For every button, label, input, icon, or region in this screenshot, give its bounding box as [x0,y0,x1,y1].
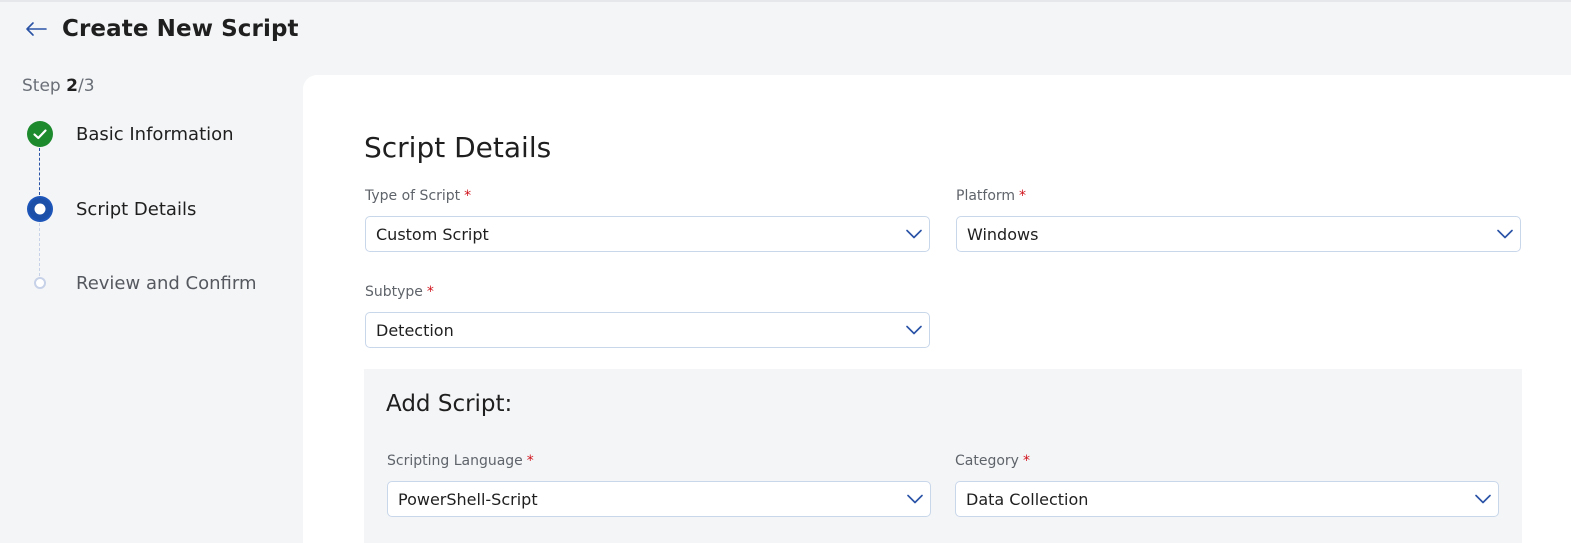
step-label: Basic Information [76,123,234,145]
step-basic-information[interactable]: Basic Information [26,120,234,148]
required-marker: * [426,284,434,300]
select-value: Windows [967,224,1039,244]
required-marker: * [526,453,534,469]
field-label-text: Subtype [365,284,423,300]
field-label-text: Platform [956,188,1016,204]
form-panel: Script Details Type of Script * Custom Sc… [303,75,1571,543]
category-field: Category * Data Collection [955,453,1499,517]
category-select[interactable]: Data Collection [955,481,1499,517]
select-value: Custom Script [376,224,489,244]
add-script-title: Add Script: [386,391,513,417]
section-title: Script Details [364,131,552,164]
required-marker: * [464,188,472,204]
type-of-script-select[interactable]: Custom Script [365,216,930,252]
subtype-select[interactable]: Detection [365,312,930,348]
step-current: 2 [66,76,78,96]
arrow-left-icon [26,22,47,36]
step-label: Script Details [76,198,197,220]
platform-field: Platform * Windows [956,188,1521,252]
page-header: Create New Script [22,14,299,44]
stepper-connector-done [39,148,40,195]
field-label: Subtype * [365,284,930,302]
chevron-down-icon [906,490,924,508]
chevron-down-icon [1496,225,1514,243]
field-label: Platform * [956,188,1521,206]
step-label: Review and Confirm [76,272,257,294]
step-script-details[interactable]: Script Details [26,195,196,223]
back-button[interactable] [22,15,50,43]
top-divider [0,0,1571,2]
field-label: Scripting Language * [387,453,931,471]
stepper: Basic Information Script Details Review … [26,120,296,310]
page-title: Create New Script [62,16,299,42]
chevron-down-icon [905,321,923,339]
step-counter: Step 2/3 [22,76,95,96]
active-step-icon [26,195,54,223]
scripting-language-select[interactable]: PowerShell-Script [387,481,931,517]
step-review-and-confirm[interactable]: Review and Confirm [26,269,256,297]
field-label-text: Scripting Language [387,453,523,469]
check-circle-icon [26,120,54,148]
field-label-text: Category [955,453,1019,469]
field-label: Category * [955,453,1499,471]
subtype-field: Subtype * Detection [365,284,930,348]
scripting-language-field: Scripting Language * PowerShell-Script [387,453,931,517]
select-value: Data Collection [966,489,1089,509]
platform-select[interactable]: Windows [956,216,1521,252]
add-script-section: Add Script: Scripting Language * PowerShe… [364,369,1522,543]
required-marker: * [1019,188,1027,204]
step-total: /3 [77,76,95,96]
select-value: PowerShell-Script [398,489,538,509]
type-of-script-field: Type of Script * Custom Script [365,188,930,252]
pending-step-icon [26,269,54,297]
field-label: Type of Script * [365,188,930,206]
chevron-down-icon [1474,490,1492,508]
step-prefix: Step [22,76,67,96]
select-value: Detection [376,320,454,340]
required-marker: * [1022,453,1030,469]
chevron-down-icon [905,225,923,243]
field-label-text: Type of Script [365,188,461,204]
